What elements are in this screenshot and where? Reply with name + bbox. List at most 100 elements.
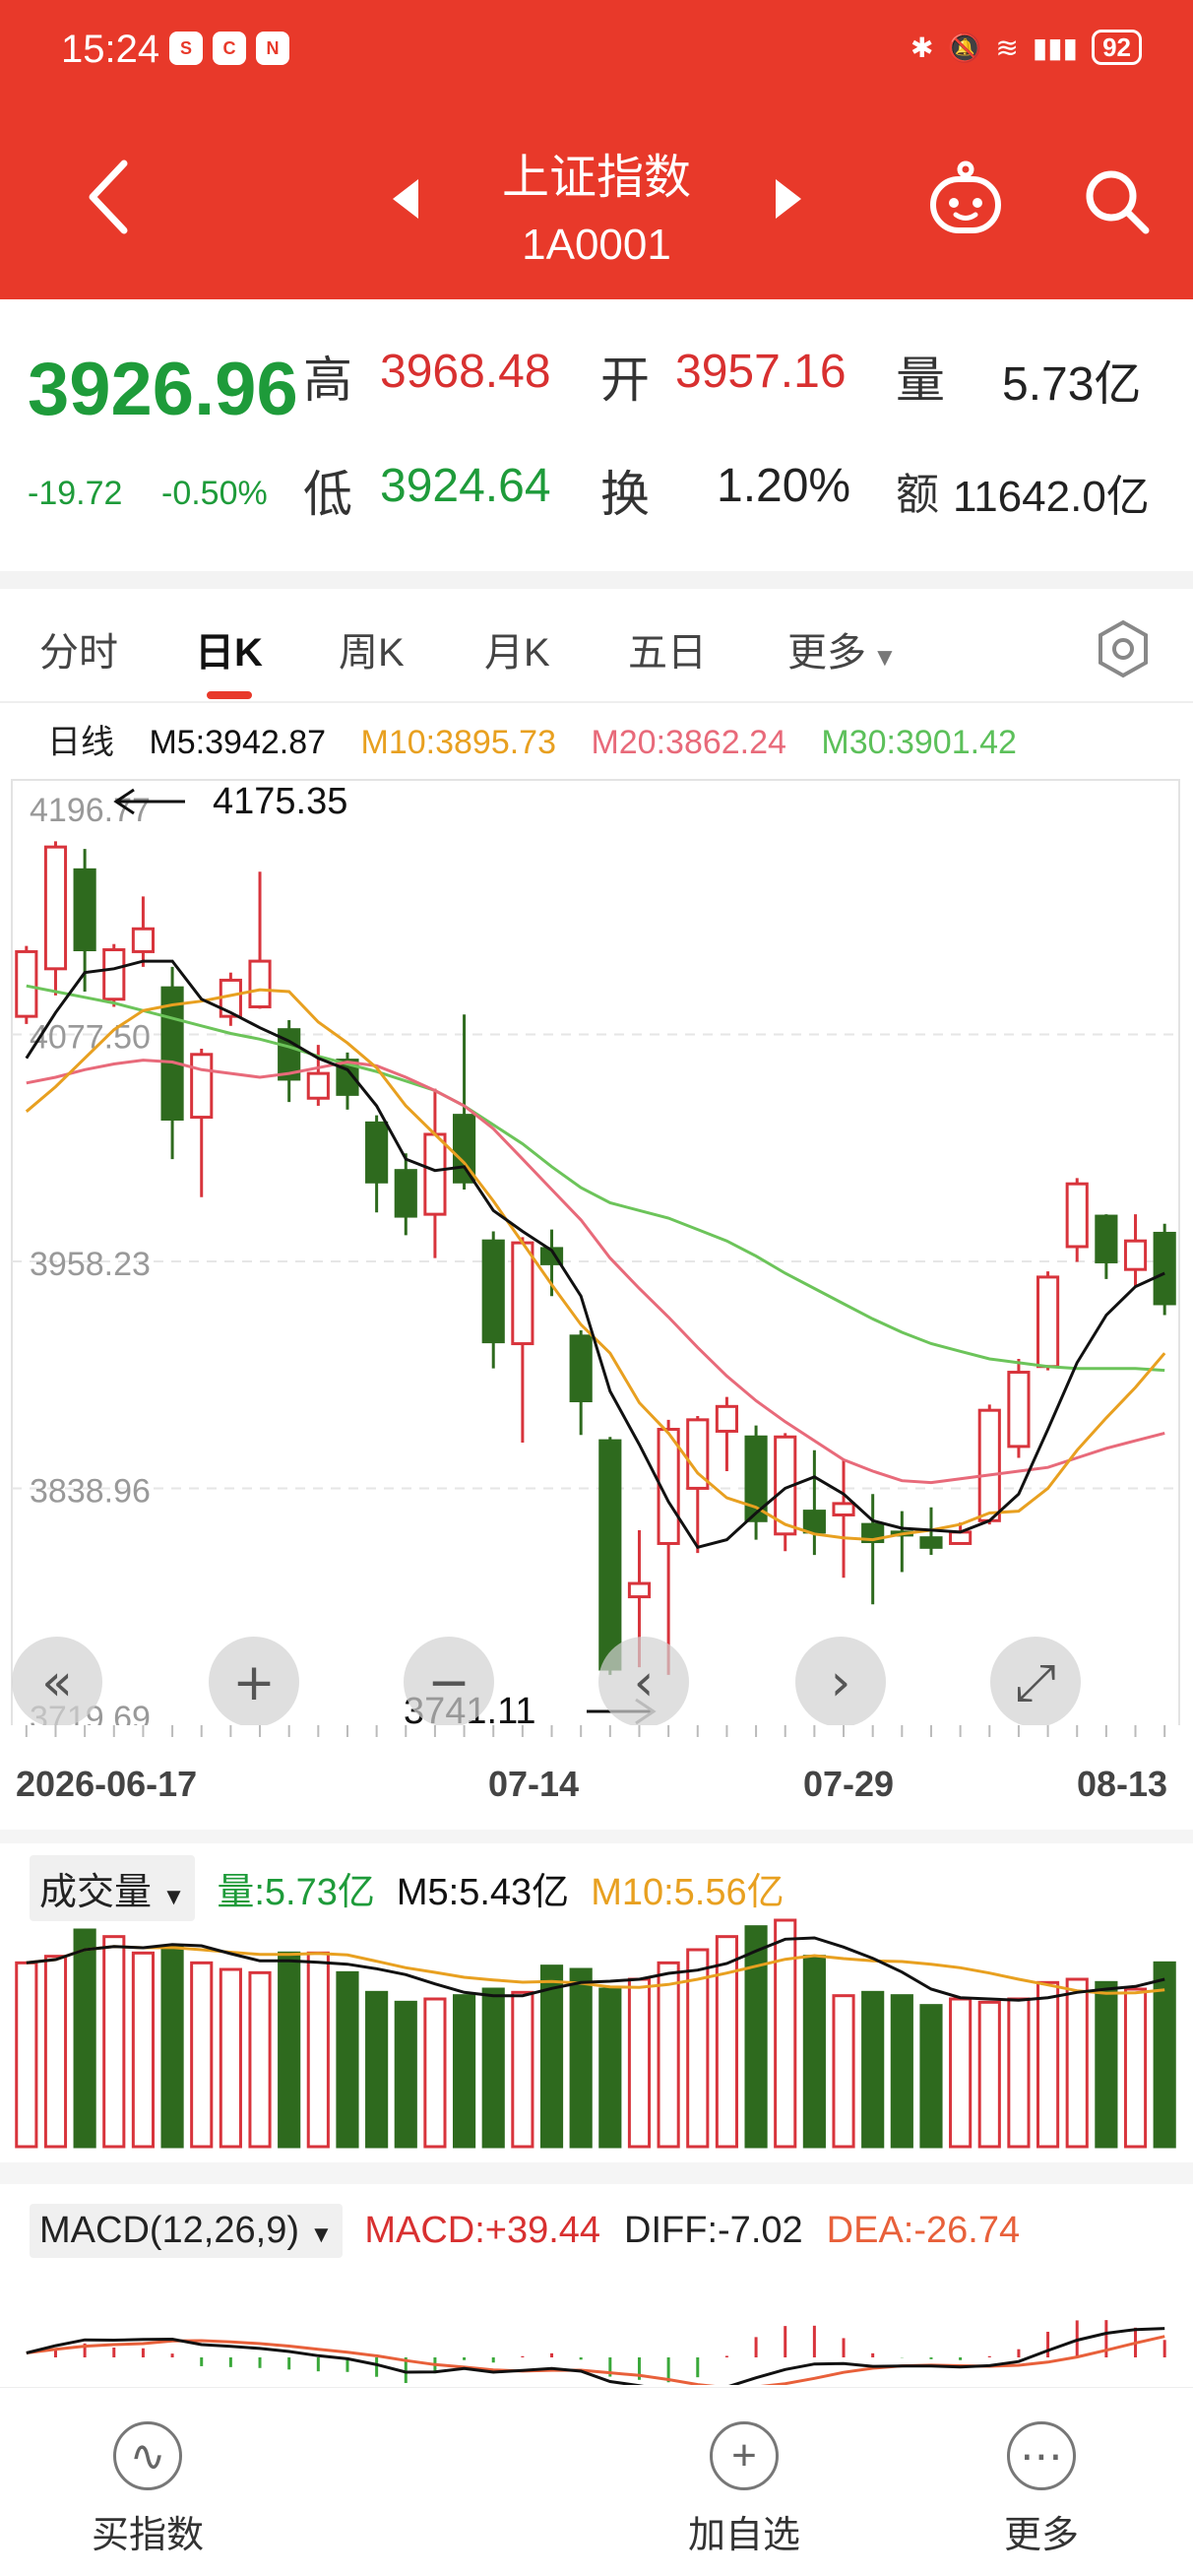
turnover-label: 换 [600,467,650,522]
candle-body [977,1408,1001,1522]
candle [744,1425,768,1540]
candle [1007,1359,1031,1458]
candle-body [190,1053,214,1120]
sina-app-icon: S [169,32,203,65]
candle [861,1494,885,1605]
volume-bar [1036,1980,1060,2149]
candle-body [102,947,126,1001]
candle [365,1115,389,1213]
tab-intraday[interactable]: 分时 [39,620,118,677]
candle-body [1007,1371,1031,1449]
ma-legend: 日线 M5:3942.87 M10:3895.73 M20:3862.24 M3… [47,715,1042,763]
candle-body [248,959,272,1008]
scroll-right-icon: › [831,1653,851,1712]
search-icon[interactable] [1081,165,1152,236]
chart-settings-icon[interactable] [1093,618,1154,679]
candle-body [73,868,96,951]
candle [715,1396,739,1472]
ma30-line [26,984,1165,1373]
tab-monthly-k[interactable]: 月K [484,620,550,677]
panel-separator [0,2162,1193,2184]
volume-bar [949,1997,973,2149]
volume-bar [336,1970,359,2149]
candle [394,1153,417,1236]
bottom-action-bar: ∿ 买指数 + 加自选 ⋯ 更多 [0,2387,1193,2576]
more-button[interactable]: ⋯ 更多 [943,2421,1140,2558]
candle [802,1449,826,1556]
robot-assistant-icon[interactable] [925,160,1006,240]
price-change: -19.72 [28,475,123,512]
more-label: 更多 [1003,2515,1079,2556]
volume-bar [73,1928,96,2149]
volume-bar [15,1961,38,2149]
candle [43,841,68,996]
active-tab-indicator [207,691,252,699]
candle-body [131,927,156,953]
tab-more[interactable]: 更多 ▼ [787,620,898,677]
volume-bar [890,1994,913,2149]
scroll-right-button[interactable]: › [795,1637,886,1727]
volume-bar [1123,1987,1148,2149]
tab-weekly-k[interactable]: 周K [339,620,405,677]
volume-bar [511,1990,534,2149]
x-axis-label: 07-29 [803,1764,894,1804]
macd-dropdown-label: MACD(12,26,9) [39,2210,299,2251]
zoom-in-icon: + [232,1653,276,1712]
candle-body [15,949,38,1018]
candle [1123,1214,1148,1287]
panel-separator [0,1830,1193,1843]
candle-body [598,1439,622,1671]
macd-indicator-dropdown[interactable]: MACD(12,26,9) ▼ [30,2204,344,2258]
next-stock-icon[interactable] [772,177,805,221]
volume-bar [190,1961,214,2149]
volume-bar [219,1967,242,2149]
candle-body [1095,1214,1118,1263]
zoom-in-button[interactable]: + [209,1637,299,1727]
n-app-icon: N [256,32,289,65]
candle [977,1404,1001,1525]
candle-body [394,1169,417,1218]
ma10-value: M10:3895.73 [360,724,557,761]
buy-index-button[interactable]: ∿ 买指数 [49,2421,246,2558]
zoom-out-fast-icon: « [41,1653,73,1712]
tab-five-day[interactable]: 五日 [628,620,707,677]
zoom-out-fast-button[interactable]: « [12,1637,102,1727]
macd-value: MACD:+39.44 [364,2210,601,2251]
candle-body [365,1121,389,1184]
volume-label: 量 [896,353,945,408]
low-label: 低 [303,467,352,522]
y-axis-label: 3958.23 [30,1246,151,1283]
high-value: 3968.48 [380,346,551,398]
candle-body [949,1530,973,1545]
candle [219,972,242,1026]
candle [1036,1271,1060,1371]
ma-period-label: 日线 [47,724,114,761]
candle [832,1459,855,1578]
tab-daily-k[interactable]: 日K [195,620,263,677]
zoom-out-button[interactable]: − [404,1637,494,1727]
volume-bar [452,1994,476,2149]
scroll-left-button[interactable]: ‹ [598,1637,689,1727]
battery-icon: 92 [1092,30,1142,65]
volume-bar [160,1945,184,2149]
volume-bar [744,1925,768,2149]
candle [278,1020,301,1103]
candle [774,1433,797,1552]
volume-bar [715,1935,739,2149]
add-watchlist-button[interactable]: + 加自选 [646,2421,843,2558]
status-indicators: ✱ 🔕 ≋ ▮▮▮ 92 [910,30,1142,65]
chart-frame [11,779,1180,1728]
volume-bar [569,1967,593,2149]
volume-bar [423,1997,447,2149]
fullscreen-button[interactable]: ⤢ [990,1637,1081,1727]
price-change-pct: -0.50% [161,475,268,512]
y-axis-label: 3838.96 [30,1473,151,1511]
volume-bar [1007,1997,1031,2149]
x-axis-label: 2026-06-17 [16,1764,197,1804]
candle-body [919,1536,943,1549]
volume-bar [306,1951,330,2149]
volume-bar [481,1987,505,2149]
status-app-icons: S C N [169,32,289,65]
candlestick-chart[interactable]: 4196.774077.503958.233838.963719.694175.… [0,778,1193,1830]
candle [1153,1223,1176,1316]
